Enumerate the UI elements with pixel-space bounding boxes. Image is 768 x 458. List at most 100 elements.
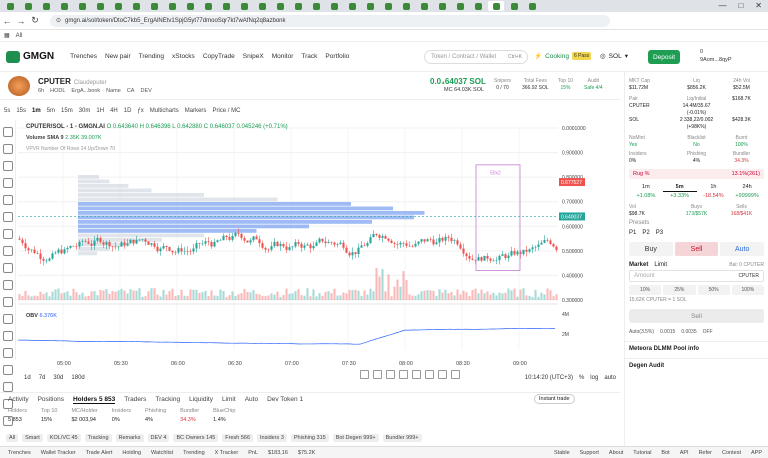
tab-tracking[interactable]: Tracking xyxy=(155,396,180,403)
search-input[interactable]: Token / Contract / Wallet Ctrl+K xyxy=(424,50,528,64)
browser-tab[interactable] xyxy=(218,1,234,11)
pct-10[interactable]: 10% xyxy=(629,285,662,295)
nav-trenches[interactable]: Trenches xyxy=(70,53,97,60)
fib-icon[interactable] xyxy=(3,161,13,171)
status-bot[interactable]: Bot xyxy=(661,450,669,456)
browser-tab[interactable] xyxy=(110,1,126,11)
tab-liquidity[interactable]: Liquidity xyxy=(189,396,213,403)
magnet-icon[interactable] xyxy=(3,246,13,256)
status-contest[interactable]: Contest xyxy=(722,450,741,456)
browser-tab[interactable] xyxy=(506,1,522,11)
close-icon[interactable]: ✕ xyxy=(755,1,762,10)
filter-bundler-999-[interactable]: Bundler 999+ xyxy=(382,434,422,442)
nav-trending[interactable]: Trending xyxy=(139,53,164,60)
eye-icon[interactable] xyxy=(3,280,13,290)
filter-bc-owners-145[interactable]: BC Owners 145 xyxy=(173,434,219,442)
status-support[interactable]: Support xyxy=(580,450,599,456)
interval-1h[interactable]: 1H xyxy=(96,108,104,114)
browser-tab[interactable] xyxy=(272,1,288,11)
status-stable[interactable]: Stable xyxy=(554,450,570,456)
range-180d[interactable]: 180d xyxy=(71,375,84,381)
filter-all[interactable]: All xyxy=(6,434,19,442)
setting-item[interactable]: Auto(3.5%) xyxy=(629,329,654,335)
filter-smart[interactable]: Smart xyxy=(22,434,43,442)
browser-tab[interactable] xyxy=(38,1,54,11)
browser-tab[interactable] xyxy=(308,1,324,11)
status-api[interactable]: API xyxy=(680,450,689,456)
creator-link[interactable]: ErgA...bonk xyxy=(71,88,100,94)
pct-25[interactable]: 25% xyxy=(663,285,696,295)
chain-selector[interactable]: ◎ SOL ▾ xyxy=(600,52,628,61)
interval-4h[interactable]: 4H xyxy=(110,108,118,114)
preset-p2[interactable]: P2 xyxy=(642,230,649,236)
cooking-button[interactable]: ⚡ Cooking 6 Pass xyxy=(534,52,592,60)
forward-icon[interactable]: → xyxy=(14,16,28,26)
toolbar-multicharts[interactable]: Multicharts xyxy=(150,108,179,114)
browser-tab[interactable] xyxy=(2,1,18,11)
status-refer[interactable]: Refer xyxy=(699,450,712,456)
browser-tab[interactable] xyxy=(128,1,144,11)
browser-tab[interactable] xyxy=(470,1,486,11)
browser-tab[interactable] xyxy=(416,1,432,11)
browser-tab[interactable] xyxy=(20,1,36,11)
tab-positions[interactable]: Positions xyxy=(38,396,64,403)
buy-tab[interactable]: Buy xyxy=(629,242,673,256)
status-tutorial[interactable]: Tutorial xyxy=(633,450,651,456)
setting-item[interactable]: OFF xyxy=(703,329,713,335)
browser-tab[interactable] xyxy=(452,1,468,11)
browser-tab[interactable] xyxy=(182,1,198,11)
zoom-icon[interactable] xyxy=(3,229,13,239)
text-icon[interactable] xyxy=(3,195,13,205)
tf-5m[interactable]: 5m xyxy=(662,183,697,192)
range-7d[interactable]: 7d xyxy=(39,375,46,381)
note-icon[interactable] xyxy=(3,365,13,375)
filter-phishing-315[interactable]: Phishing 315 xyxy=(290,434,329,442)
nav-xstocks[interactable]: xStocks xyxy=(172,53,195,60)
scale-log[interactable]: log xyxy=(590,375,598,381)
site-info-icon[interactable]: ⊙ xyxy=(56,17,61,24)
status-trenches[interactable]: Trenches xyxy=(8,450,31,456)
interval-15s[interactable]: 15s xyxy=(16,108,26,114)
tf-24h[interactable]: 24h xyxy=(730,183,764,192)
crosshair-icon[interactable] xyxy=(3,127,13,137)
tag-name[interactable]: Name xyxy=(106,88,121,94)
amount-input[interactable]: Amount CPUTER xyxy=(629,270,764,282)
pattern-icon[interactable] xyxy=(3,348,13,358)
sell-submit-button[interactable]: Sell xyxy=(629,309,764,323)
nav-monitor[interactable]: Monitor xyxy=(272,53,294,60)
status-about[interactable]: About xyxy=(609,450,623,456)
trash-icon[interactable] xyxy=(3,297,13,307)
order-limit[interactable]: Limit xyxy=(654,262,667,268)
status-trade-alert[interactable]: Trade Alert xyxy=(86,450,113,456)
status-wallet-tracker[interactable]: Wallet Tracker xyxy=(41,450,76,456)
status--183-16[interactable]: $183,16 xyxy=(268,450,288,456)
chart-canvas[interactable]: 0.00010000.9000000.8000000.7000000.60000… xyxy=(18,120,618,370)
auto-tab[interactable]: Auto xyxy=(720,242,765,256)
shapes-icon[interactable] xyxy=(3,331,13,341)
nav-new-pair[interactable]: New pair xyxy=(105,53,131,60)
indicator-icon[interactable]: ƒx xyxy=(137,108,143,114)
browser-tab[interactable] xyxy=(326,1,342,11)
nav-track[interactable]: Track xyxy=(301,53,317,60)
degen-audit[interactable]: Degen Audit xyxy=(625,358,768,371)
toolbar-price-mc[interactable]: Price / MC xyxy=(212,108,240,114)
setting-item[interactable]: 0.0015 xyxy=(660,329,675,335)
browser-tab[interactable] xyxy=(362,1,378,11)
browser-tab[interactable] xyxy=(344,1,360,11)
nav-snipex[interactable]: SnipeX xyxy=(243,53,264,60)
apps-icon[interactable]: ▦ xyxy=(4,32,10,39)
range-1d[interactable]: 1d xyxy=(24,375,31,381)
interval-5m[interactable]: 5m xyxy=(47,108,55,114)
lock-icon[interactable] xyxy=(3,263,13,273)
tag-dev[interactable]: DEV xyxy=(140,88,151,94)
browser-tab[interactable] xyxy=(488,1,504,11)
status--75-2k[interactable]: $75.2K xyxy=(298,450,315,456)
tag-ca[interactable]: CA xyxy=(127,88,135,94)
gmgn-logo[interactable]: GMGN xyxy=(6,50,54,63)
browser-tab[interactable] xyxy=(200,1,216,11)
toolbar-markers[interactable]: Markers xyxy=(185,108,207,114)
setting-item[interactable]: 0.0035 xyxy=(681,329,696,335)
pct-100[interactable]: 100% xyxy=(731,285,764,295)
trendline-icon[interactable] xyxy=(3,144,13,154)
order-market[interactable]: Market xyxy=(629,262,648,268)
